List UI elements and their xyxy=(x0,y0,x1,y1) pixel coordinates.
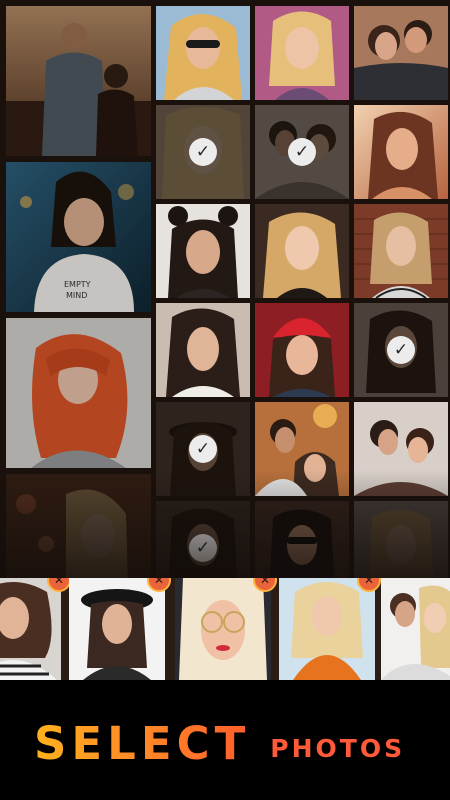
page-title: SELECT PHOTOS xyxy=(34,704,405,766)
title-main: SELECT xyxy=(34,717,251,770)
photo-woman-dark-hair[interactable] xyxy=(156,303,250,397)
photo-image xyxy=(255,6,349,100)
tray-photo-woman-black-hat[interactable] xyxy=(69,578,165,680)
photo-image xyxy=(69,578,165,680)
photo-image xyxy=(156,204,250,298)
photo-grid: EMPTY MIND ✓ ✓ ✓ ✓ xyxy=(0,0,450,578)
selected-check-icon: ✓ xyxy=(288,138,316,166)
photo-woman-brick-wall[interactable] xyxy=(354,204,448,298)
selected-photos-tray: ✕ ✕ ✕ ✕ xyxy=(0,578,450,680)
photo-couple-city-view[interactable] xyxy=(6,6,151,156)
selected-check-icon: ✓ xyxy=(189,435,217,463)
photo-woman-empty-your-mind-shirt[interactable]: EMPTY MIND xyxy=(6,162,151,312)
photo-woman-sunset[interactable] xyxy=(354,105,448,199)
photo-image xyxy=(255,204,349,298)
photo-woman-blonde-closeup[interactable]: ✓ xyxy=(156,105,250,199)
photo-image xyxy=(381,578,450,680)
photo-couple-hug[interactable] xyxy=(354,6,448,100)
photo-image xyxy=(354,6,448,100)
photo-image xyxy=(175,578,271,680)
tray-photo-couple-white[interactable] xyxy=(381,578,450,680)
title-sub: PHOTOS xyxy=(270,734,406,763)
photo-woman-red-beanie[interactable] xyxy=(255,303,349,397)
photo-woman-sunglasses[interactable] xyxy=(156,6,250,100)
photo-woman-red-hair[interactable] xyxy=(6,318,151,468)
tray-photo-woman-curly-striped[interactable] xyxy=(0,578,61,680)
photo-image xyxy=(279,578,375,680)
selected-check-icon: ✓ xyxy=(387,336,415,364)
photo-image xyxy=(0,578,61,680)
photo-image xyxy=(255,303,349,397)
photo-image xyxy=(156,303,250,397)
photo-image xyxy=(354,204,448,298)
photo-woman-space-buns[interactable] xyxy=(156,204,250,298)
photo-image xyxy=(354,105,448,199)
photo-image xyxy=(156,6,250,100)
photo-woman-wavy-blonde[interactable] xyxy=(255,204,349,298)
tray-photo-woman-orange-scarf[interactable] xyxy=(279,578,375,680)
photo-couple-beach[interactable]: ✓ xyxy=(255,105,349,199)
photo-woman-blonde-portrait[interactable] xyxy=(255,6,349,100)
tray-photo-woman-round-glasses[interactable] xyxy=(175,578,271,680)
selected-check-icon: ✓ xyxy=(189,138,217,166)
photo-woman-striped-shirt[interactable]: ✓ xyxy=(354,303,448,397)
